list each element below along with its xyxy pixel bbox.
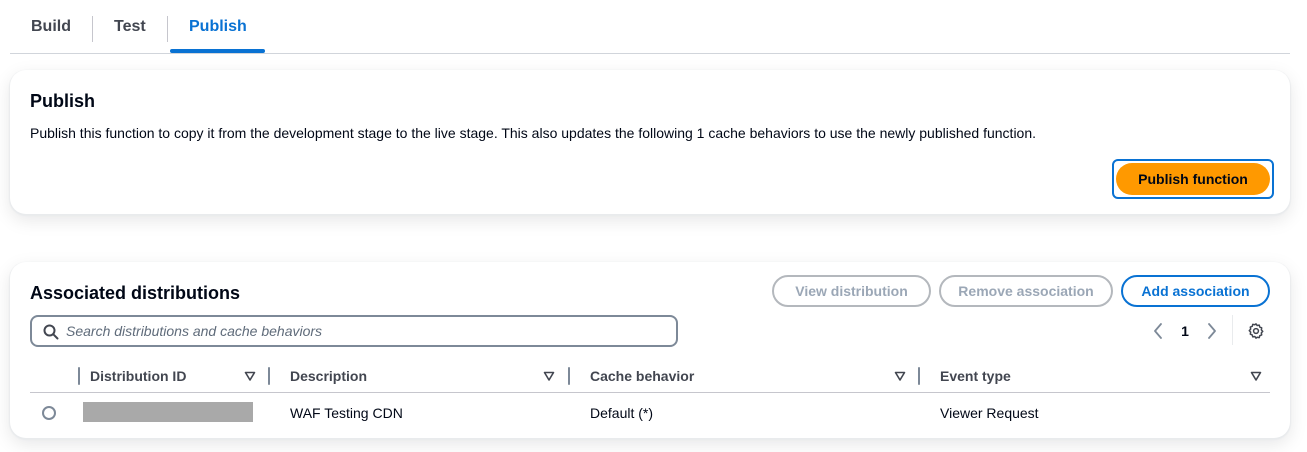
tab-build[interactable]: Build	[31, 0, 71, 54]
search-input[interactable]	[66, 317, 666, 345]
add-association-button[interactable]: Add association	[1121, 275, 1270, 307]
publish-panel: Publish Publish this function to copy it…	[10, 70, 1290, 214]
table-row: WAF Testing CDN Default (*) Viewer Reque…	[30, 394, 1270, 432]
tab-publish[interactable]: Publish	[189, 0, 247, 54]
table-header: Distribution ID Description Cache behavi…	[30, 359, 1270, 393]
column-header-event-type[interactable]: Event type	[940, 359, 1011, 393]
cell-event-type: Viewer Request	[940, 405, 1039, 421]
chevron-left-icon	[1154, 323, 1162, 339]
tab-separator	[167, 16, 168, 42]
chevron-right-icon	[1208, 323, 1216, 339]
column-header-distribution-id[interactable]: Distribution ID	[90, 359, 186, 393]
column-header-cache-behavior[interactable]: Cache behavior	[590, 359, 694, 393]
search-icon	[43, 324, 59, 340]
current-page-number[interactable]: 1	[1177, 320, 1193, 342]
column-separator	[568, 367, 570, 385]
publish-function-button[interactable]: Publish function	[1116, 163, 1270, 195]
previous-page-button[interactable]	[1150, 320, 1166, 342]
remove-association-button[interactable]: Remove association	[939, 275, 1113, 307]
tab-separator	[92, 16, 93, 42]
preferences-button[interactable]	[1247, 320, 1265, 342]
row-select-radio[interactable]	[42, 406, 56, 420]
next-page-button[interactable]	[1204, 320, 1220, 342]
column-header-description[interactable]: Description	[290, 359, 367, 393]
pagination-divider	[1232, 315, 1233, 345]
sort-caret-icon[interactable]	[1250, 370, 1262, 382]
associated-distributions-panel: Associated distributions View distributi…	[10, 262, 1290, 438]
sort-caret-icon[interactable]	[244, 370, 256, 382]
search-field	[30, 315, 678, 347]
tab-bar: Build Test Publish	[10, 0, 1290, 54]
cell-description: WAF Testing CDN	[290, 405, 403, 421]
gear-icon	[1248, 323, 1264, 339]
distribution-id-redacted[interactable]	[83, 402, 253, 422]
cell-cache-behavior: Default (*)	[590, 405, 654, 421]
publish-description: Publish this function to copy it from th…	[30, 125, 1037, 141]
publish-title: Publish	[30, 91, 96, 111]
sort-caret-icon[interactable]	[543, 370, 555, 382]
view-distribution-button[interactable]: View distribution	[772, 275, 931, 307]
sort-caret-icon[interactable]	[894, 370, 906, 382]
active-tab-indicator	[170, 49, 265, 53]
column-separator	[268, 367, 270, 385]
tab-test[interactable]: Test	[114, 0, 146, 54]
column-separator	[78, 367, 80, 385]
associated-distributions-title: Associated distributions	[30, 283, 241, 303]
column-separator	[918, 367, 920, 385]
